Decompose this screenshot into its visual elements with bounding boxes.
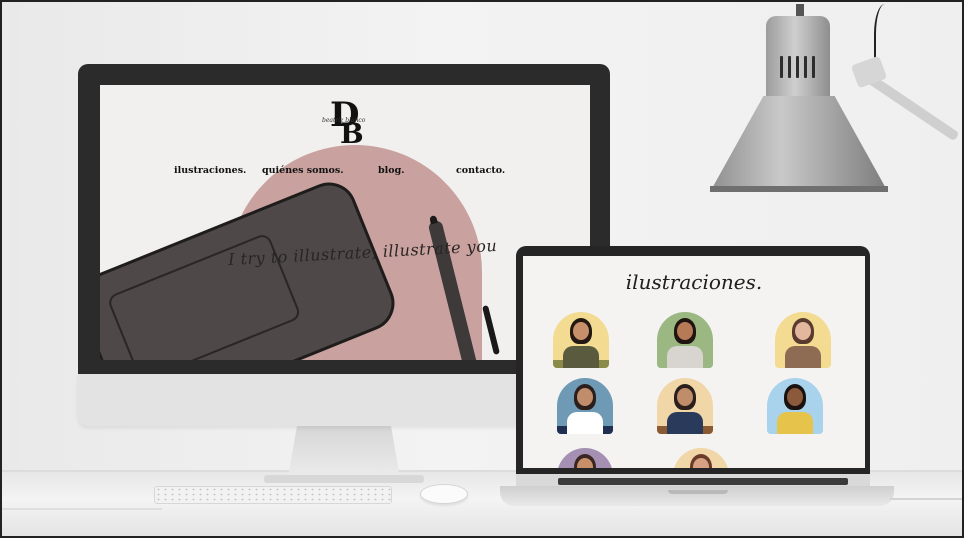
nav-blog[interactable]: blog. bbox=[378, 165, 405, 176]
lamp-vent bbox=[812, 56, 815, 78]
laptop-notch bbox=[668, 490, 728, 494]
logo-script: beatriz blanco bbox=[322, 117, 366, 124]
nav-quienes-somos[interactable]: quiénes somos. bbox=[262, 165, 344, 176]
illustration-card[interactable] bbox=[553, 312, 609, 368]
gallery-title: ilustraciones. bbox=[625, 270, 763, 294]
laptop-base bbox=[500, 486, 894, 506]
lamp-neck bbox=[766, 16, 830, 98]
lamp-rim bbox=[710, 186, 888, 192]
laptop-cable bbox=[890, 498, 962, 500]
site-logo[interactable]: D B beatriz blanco bbox=[322, 95, 368, 150]
figure-face bbox=[795, 322, 811, 340]
lamp-vent bbox=[788, 56, 791, 78]
illustration-card[interactable] bbox=[767, 378, 823, 434]
imac-stand bbox=[288, 426, 400, 478]
figure-body bbox=[567, 412, 603, 434]
keyboard bbox=[154, 486, 392, 504]
lamp-vent bbox=[796, 56, 799, 78]
figure-body bbox=[667, 412, 703, 434]
mouse bbox=[420, 484, 468, 504]
illustration-card[interactable] bbox=[557, 378, 613, 434]
figure-body bbox=[563, 346, 599, 368]
figure-body bbox=[777, 412, 813, 434]
figure-body bbox=[667, 346, 703, 368]
gallery-screen: ilustraciones. bbox=[523, 256, 865, 468]
laptop-keyboard bbox=[558, 478, 848, 485]
lamp-cable bbox=[874, 4, 896, 64]
illustration-card[interactable] bbox=[557, 448, 613, 468]
keyboard-cable bbox=[2, 508, 162, 510]
figure-face bbox=[677, 388, 693, 406]
figure-body bbox=[785, 346, 821, 368]
pen-shadow bbox=[482, 305, 500, 355]
lamp-vent bbox=[780, 56, 783, 78]
lamp-vent bbox=[804, 56, 807, 78]
nav-contacto[interactable]: contacto. bbox=[456, 165, 505, 176]
nav-ilustraciones[interactable]: ilustraciones. bbox=[174, 165, 246, 176]
figure-face bbox=[573, 322, 589, 340]
desk-scene: D B beatriz blanco ilustraciones. quiéne… bbox=[0, 0, 964, 538]
figure-face bbox=[577, 388, 593, 406]
imac-stand-base bbox=[264, 475, 424, 483]
figure-face bbox=[787, 388, 803, 406]
illustration-card[interactable] bbox=[775, 312, 831, 368]
illustration-card[interactable] bbox=[657, 312, 713, 368]
illustration-card[interactable] bbox=[673, 448, 729, 468]
illustration-card[interactable] bbox=[657, 378, 713, 434]
figure-face bbox=[677, 322, 693, 340]
